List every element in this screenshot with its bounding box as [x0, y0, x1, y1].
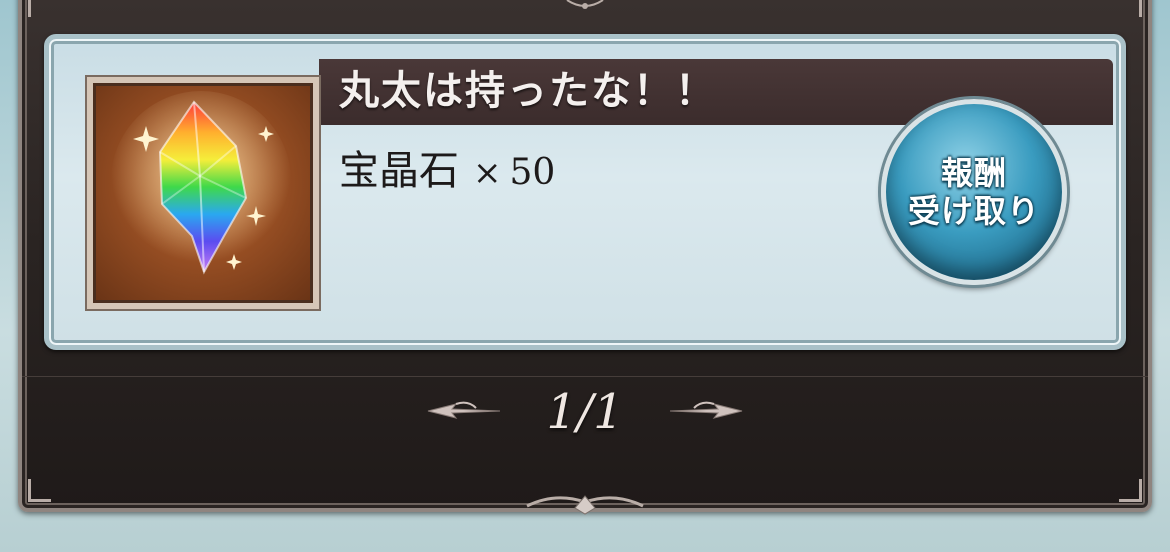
reward-card: 丸太は持ったな！！ 宝晶石 × 50 報酬 受け取り: [44, 34, 1126, 350]
reward-item-line: 宝晶石 × 50: [339, 143, 555, 201]
frame-corner-ornament: [28, 0, 51, 17]
claim-reward-button[interactable]: 報酬 受け取り: [881, 99, 1067, 285]
frame-corner-ornament: [28, 479, 51, 502]
frame-corner-ornament: [1119, 0, 1142, 17]
frame-bottom-ornament-icon: [526, 495, 644, 515]
claim-button-label-line2: 受け取り: [907, 192, 1040, 230]
reward-item-thumbnail: [85, 75, 321, 311]
reward-title: 丸太は持ったな！！: [339, 68, 717, 114]
multiply-symbol: ×: [473, 153, 502, 193]
frame-top-ornament-icon: [566, 0, 604, 9]
claim-button-label-line1: 報酬: [940, 154, 1007, 192]
page-indicator: 1/1: [546, 384, 624, 440]
reward-item-name: 宝晶石: [339, 148, 459, 194]
pagination: 1/1: [0, 380, 1170, 444]
arrow-left-icon[interactable]: [426, 400, 502, 422]
rainbow-crystal-icon: [111, 91, 291, 275]
frame-corner-ornament: [1119, 479, 1142, 502]
divider: [22, 376, 1148, 377]
reward-quantity: 50: [509, 152, 556, 193]
arrow-right-icon[interactable]: [668, 400, 744, 422]
